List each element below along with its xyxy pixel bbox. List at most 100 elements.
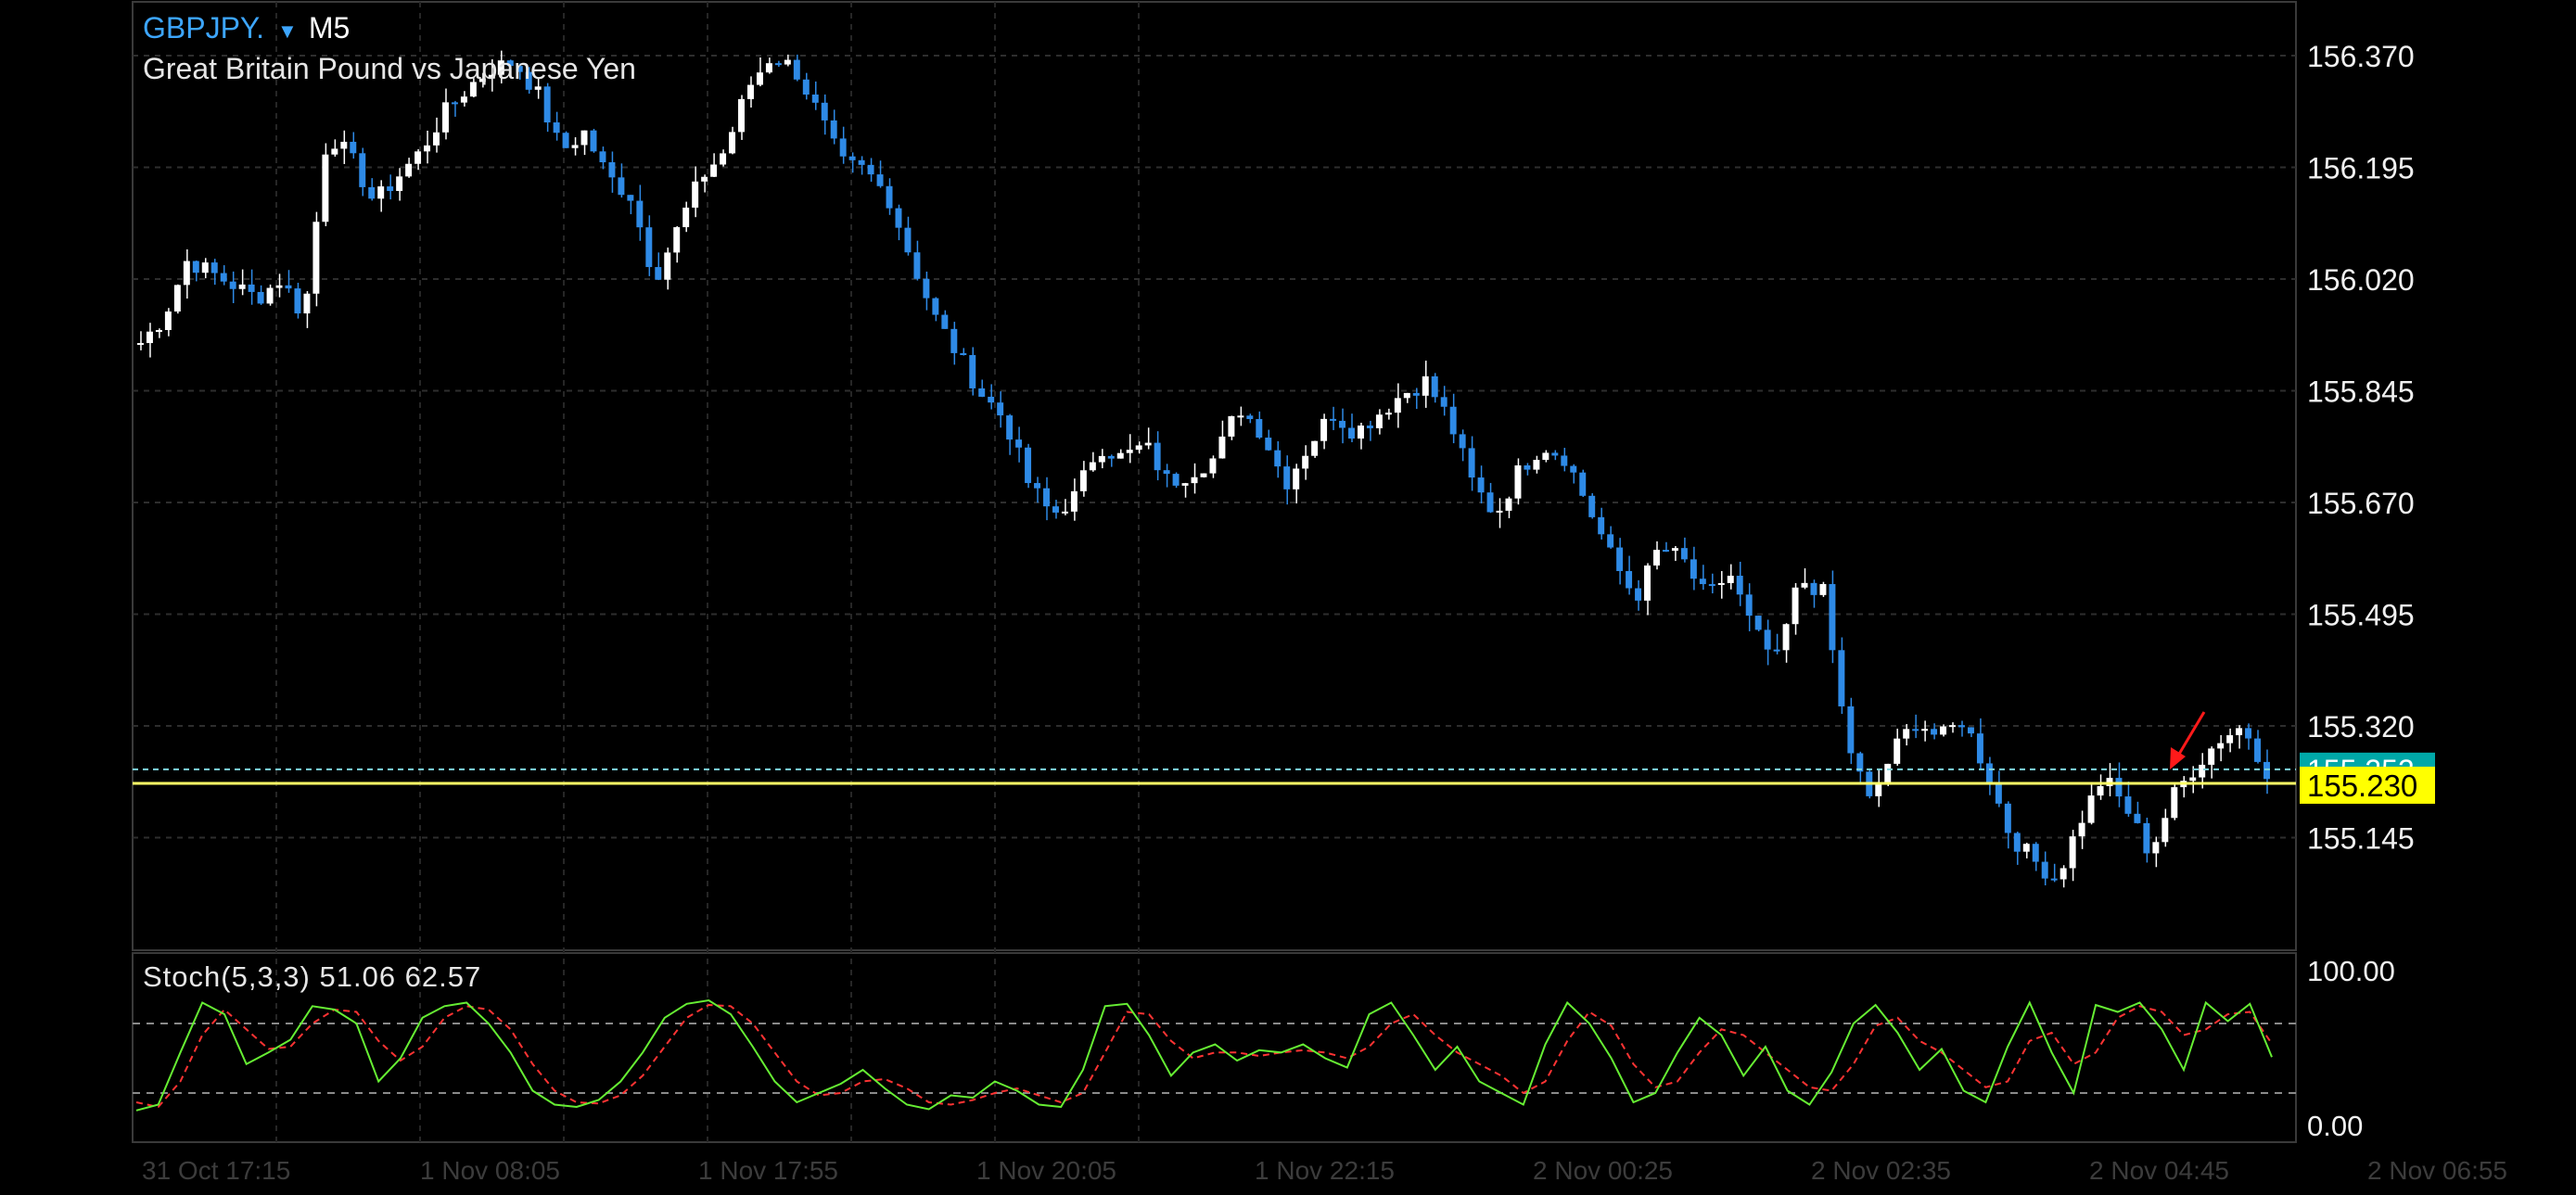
level-price-text: 155.230	[2307, 769, 2417, 803]
caret-down-icon[interactable]: ▼	[277, 19, 298, 43]
candle-body	[2245, 728, 2252, 739]
candle-body	[1366, 426, 1373, 428]
candle-body	[387, 186, 394, 191]
candle-body	[1191, 477, 1198, 484]
candle-body	[192, 261, 199, 273]
candle-body	[1403, 392, 1410, 399]
time-axis-label: 2 Nov 00:25	[1533, 1156, 1673, 1185]
timeframe-label[interactable]: M5	[309, 11, 350, 44]
candle-body	[1505, 498, 1512, 511]
candle-body	[1662, 550, 1669, 553]
candle-body	[1717, 582, 1725, 585]
candle-body	[414, 151, 422, 164]
candle-body	[895, 208, 902, 228]
candle-body	[2254, 738, 2261, 762]
candle-body	[1884, 763, 1892, 783]
candle-body	[858, 159, 865, 165]
candle-body	[1043, 488, 1050, 507]
candle-body	[303, 293, 311, 314]
candle-body	[340, 141, 348, 149]
candle-body	[1339, 420, 1346, 428]
candle-body	[1810, 582, 1817, 595]
candle-body	[248, 284, 255, 292]
candle-body	[2078, 822, 2085, 837]
candle-body	[960, 352, 967, 356]
candle-body	[1209, 458, 1217, 474]
candle-body	[1653, 550, 1660, 566]
chart-header[interactable]: GBPJPY. ▼ M5	[143, 9, 350, 50]
candle-body	[904, 227, 912, 253]
candle-body	[433, 132, 440, 146]
candle-body	[377, 186, 385, 199]
candle-body	[146, 331, 153, 344]
candle-body	[969, 355, 976, 388]
candle-body	[1773, 649, 1780, 652]
candle-body	[774, 63, 782, 66]
candle-body	[2115, 778, 2123, 797]
price-tick-label: 156.195	[2307, 152, 2415, 185]
candle-body	[1431, 375, 1438, 398]
candle-body	[2013, 833, 2021, 852]
candle-body	[1172, 474, 1180, 486]
candle-body	[710, 164, 718, 177]
time-axis-label: 2 Nov 04:45	[2089, 1156, 2229, 1185]
candle-body	[1218, 436, 1226, 459]
candle-body	[1440, 397, 1447, 407]
candle-body	[164, 311, 172, 331]
candle-body	[1940, 726, 1947, 735]
candle-body	[331, 148, 338, 155]
candle-body	[1671, 548, 1678, 552]
candle-body	[1070, 490, 1078, 512]
symbol-name[interactable]: GBPJPY.	[143, 11, 264, 44]
candle-body	[238, 284, 246, 289]
candle-body	[1708, 584, 1715, 587]
candle-body	[923, 278, 930, 299]
candle-body	[821, 102, 828, 121]
time-axis-label: 2 Nov 06:55	[2367, 1156, 2507, 1185]
candle-body	[2217, 743, 2225, 749]
candle-body	[1579, 472, 1587, 496]
candle-body	[2050, 878, 2058, 881]
candle-body	[2152, 842, 2160, 854]
candle-body	[1163, 470, 1170, 475]
candle-body	[618, 177, 625, 196]
candle-body	[1256, 419, 1263, 439]
candle-body	[2124, 796, 2132, 814]
candle-body	[1025, 447, 1032, 484]
stochastic-label: Stoch(5,3,3) 51.06 62.57	[143, 960, 482, 993]
candle-body	[1542, 452, 1549, 461]
candle-body	[1967, 727, 1974, 734]
candle-body	[368, 186, 376, 199]
candle-body	[950, 328, 958, 353]
candle-body	[1496, 510, 1503, 513]
candle-body	[738, 98, 745, 133]
candle-body	[1875, 782, 1882, 796]
candle-body	[1330, 418, 1337, 421]
stoch-axis-100: 100.00	[2307, 955, 2395, 987]
candle-body	[1079, 470, 1087, 491]
candle-body	[701, 176, 708, 182]
candle-body	[720, 153, 727, 165]
chart-window[interactable]: 156.370 156.195 156.020 155.845 155.670 155.4…	[0, 0, 2576, 1190]
candle-body	[1477, 477, 1485, 493]
candle-body	[1449, 406, 1457, 435]
candle-body	[553, 122, 560, 133]
candle-body	[2087, 795, 2095, 823]
candle-body	[1736, 576, 1743, 595]
candle-body	[941, 314, 949, 329]
candle-body	[2060, 868, 2067, 880]
candle-body	[2134, 813, 2141, 823]
candle-body	[1107, 455, 1115, 459]
candle-body	[571, 145, 579, 148]
candle-body	[692, 181, 699, 208]
candle-body	[746, 84, 754, 99]
price-tick-label: 155.670	[2307, 487, 2415, 520]
candle-body	[1598, 516, 1605, 535]
red-arrow-icon	[2170, 711, 2206, 769]
candle-body	[1626, 570, 1633, 589]
candle-body	[784, 59, 791, 65]
candle-body	[359, 153, 366, 187]
price-chart[interactable]: 156.370 156.195 156.020 155.845 155.670 155.4…	[0, 0, 2576, 1190]
candle-body	[562, 133, 569, 148]
candle-body	[1533, 460, 1540, 470]
